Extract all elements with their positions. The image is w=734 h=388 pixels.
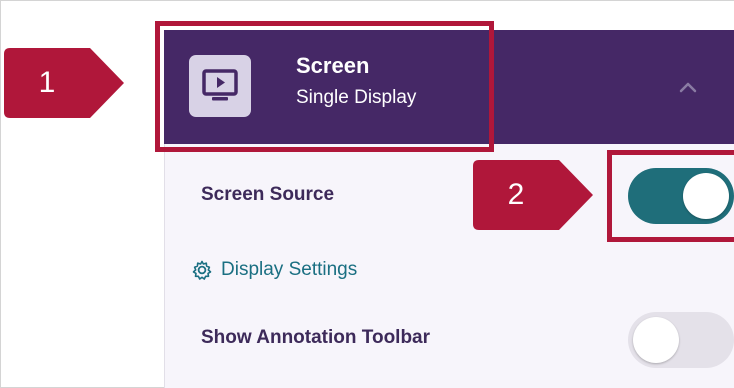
callout-number: 1 <box>38 66 56 99</box>
display-settings-link[interactable]: Display Settings <box>191 259 357 281</box>
highlight-box-screen-section <box>155 21 494 152</box>
annotation-toolbar-label: Show Annotation Toolbar <box>201 327 431 348</box>
toggle-knob <box>633 317 679 363</box>
screen-source-label: Screen Source <box>201 184 335 205</box>
display-settings-label: Display Settings <box>221 259 358 280</box>
highlight-box-screen-source-toggle <box>607 150 734 242</box>
callout-number: 2 <box>507 178 525 211</box>
callout-marker-1: 1 <box>4 48 124 118</box>
gear-icon <box>192 260 212 280</box>
callout-marker-2: 2 <box>473 160 593 230</box>
annotation-toolbar-toggle[interactable] <box>628 312 734 368</box>
chevron-up-icon[interactable] <box>676 78 700 96</box>
